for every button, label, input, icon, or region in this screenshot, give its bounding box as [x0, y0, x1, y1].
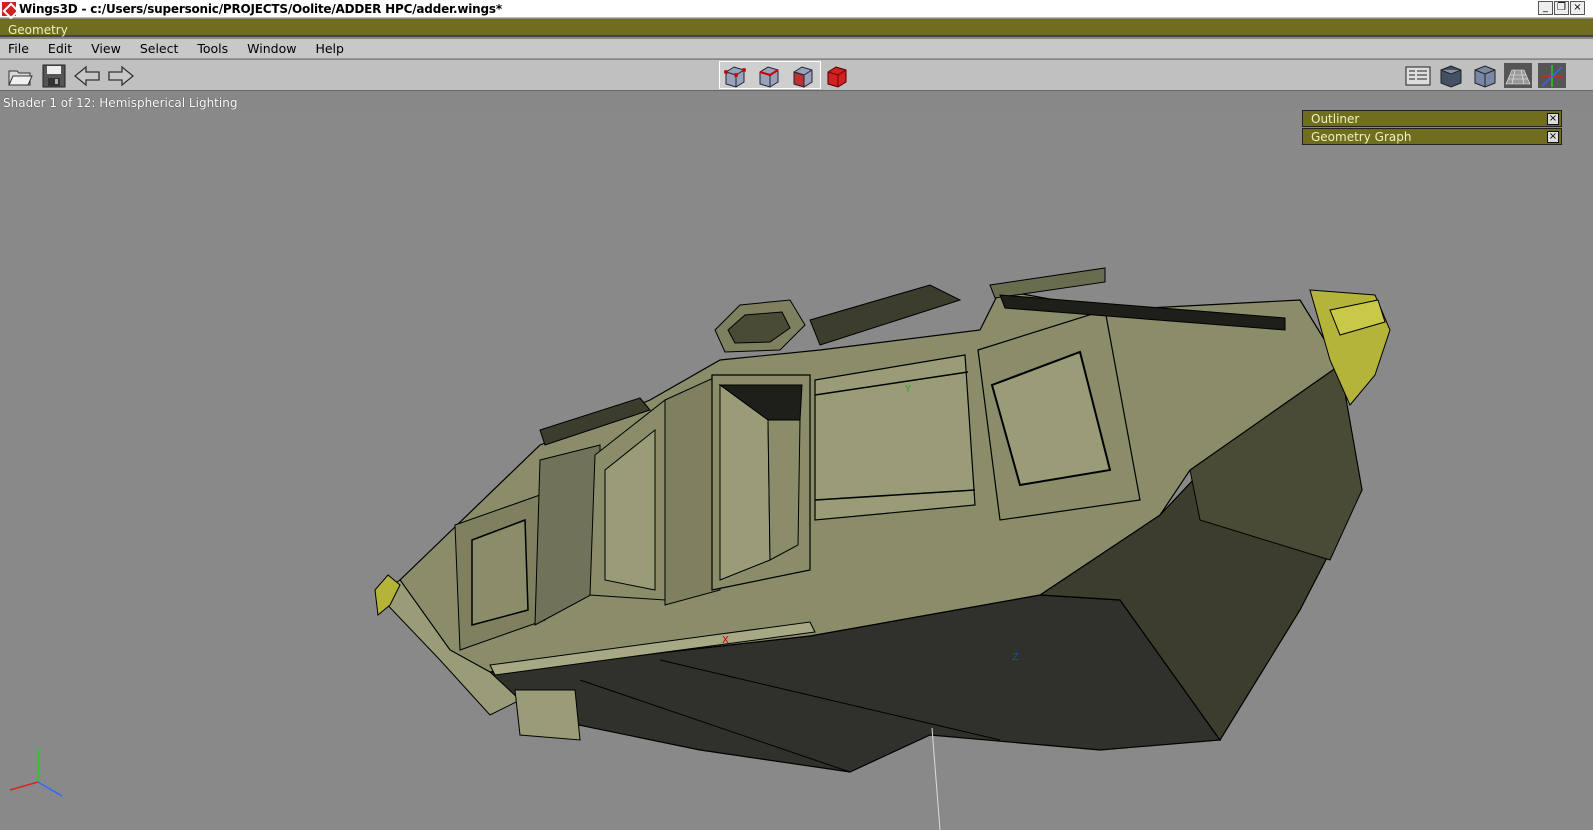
shader-status: Shader 1 of 12: Hemispherical Lighting	[0, 92, 1593, 110]
face-mode-button[interactable]	[789, 63, 817, 88]
underside-bevel	[514, 689, 581, 741]
smooth-shade-button[interactable]	[1437, 63, 1465, 88]
outliner-close-button[interactable]: ×	[1547, 112, 1559, 125]
body-mode-icon	[827, 65, 847, 88]
top-ridge	[989, 267, 1106, 299]
menu-bar: File Edit View Select Tools Window Help	[0, 39, 1593, 59]
geometry-viewport[interactable]: X Y Z Outliner × Geometry Graph ×	[0, 110, 1593, 830]
model-axis-x: X	[722, 635, 729, 646]
save-icon	[42, 64, 66, 87]
menu-help[interactable]: Help	[307, 41, 355, 56]
edge-mode-button[interactable]	[755, 63, 783, 88]
window-title-bar: Wings3D - c:/Users/supersonic/PROJECTS/O…	[0, 0, 1593, 18]
undo-button[interactable]	[73, 63, 101, 88]
close-button[interactable]: ×	[1570, 1, 1585, 15]
wings3d-app-icon	[2, 1, 16, 16]
groundplane-icon	[1405, 66, 1431, 85]
shader-status-text: Shader 1 of 12: Hemispherical Lighting	[3, 96, 238, 110]
vertex-mode-button[interactable]	[721, 63, 749, 88]
open-button[interactable]	[6, 63, 34, 88]
geometry-window-bar: Geometry	[0, 19, 1593, 37]
geometry-graph-close-button[interactable]: ×	[1547, 130, 1559, 143]
model-axis-z: Z	[1012, 652, 1019, 663]
body-mode-button[interactable]	[823, 63, 851, 88]
window-title: Wings3D - c:/Users/supersonic/PROJECTS/O…	[19, 1, 502, 16]
smooth-shade-icon	[1440, 64, 1462, 88]
redo-button[interactable]	[107, 63, 135, 88]
wireframe-icon	[1505, 69, 1531, 84]
mini-axis-z	[37, 781, 63, 797]
mini-axis-x	[9, 781, 39, 791]
window-controls: _ ❐ ×	[1538, 1, 1585, 15]
menu-file[interactable]: File	[0, 41, 40, 56]
menu-select[interactable]: Select	[132, 41, 190, 56]
outliner-panel[interactable]: Outliner ×	[1302, 110, 1562, 127]
groundplane-button[interactable]	[1404, 63, 1432, 88]
ship-model[interactable]: X Y Z	[0, 110, 1593, 830]
menu-tools[interactable]: Tools	[189, 41, 239, 56]
menu-window[interactable]: Window	[239, 41, 307, 56]
outliner-title: Outliner	[1311, 111, 1360, 126]
toolbar	[0, 60, 1593, 91]
canopy-inner	[767, 419, 801, 561]
edge-mode-icon	[759, 65, 779, 88]
wireframe-button[interactable]	[1504, 63, 1532, 88]
pointer-line	[931, 727, 941, 830]
undo-icon	[73, 65, 100, 86]
menu-edit[interactable]: Edit	[40, 41, 83, 56]
geometry-graph-title: Geometry Graph	[1311, 129, 1412, 144]
redo-icon	[108, 65, 135, 86]
flat-shade-icon	[1474, 64, 1496, 88]
restore-button[interactable]: ❐	[1554, 1, 1569, 15]
geometry-graph-panel[interactable]: Geometry Graph ×	[1302, 128, 1562, 145]
save-button[interactable]	[40, 63, 68, 88]
menu-view[interactable]: View	[83, 41, 132, 56]
axes-icon	[1541, 64, 1563, 87]
minimize-button[interactable]: _	[1538, 1, 1553, 15]
geometry-window-title: Geometry	[8, 23, 68, 37]
face-mode-icon	[793, 65, 813, 88]
model-axis-y: Y	[904, 384, 912, 395]
flat-shade-button[interactable]	[1471, 63, 1499, 88]
open-icon	[8, 70, 33, 85]
axes-button[interactable]	[1538, 63, 1566, 88]
vertex-mode-icon	[724, 65, 746, 88]
